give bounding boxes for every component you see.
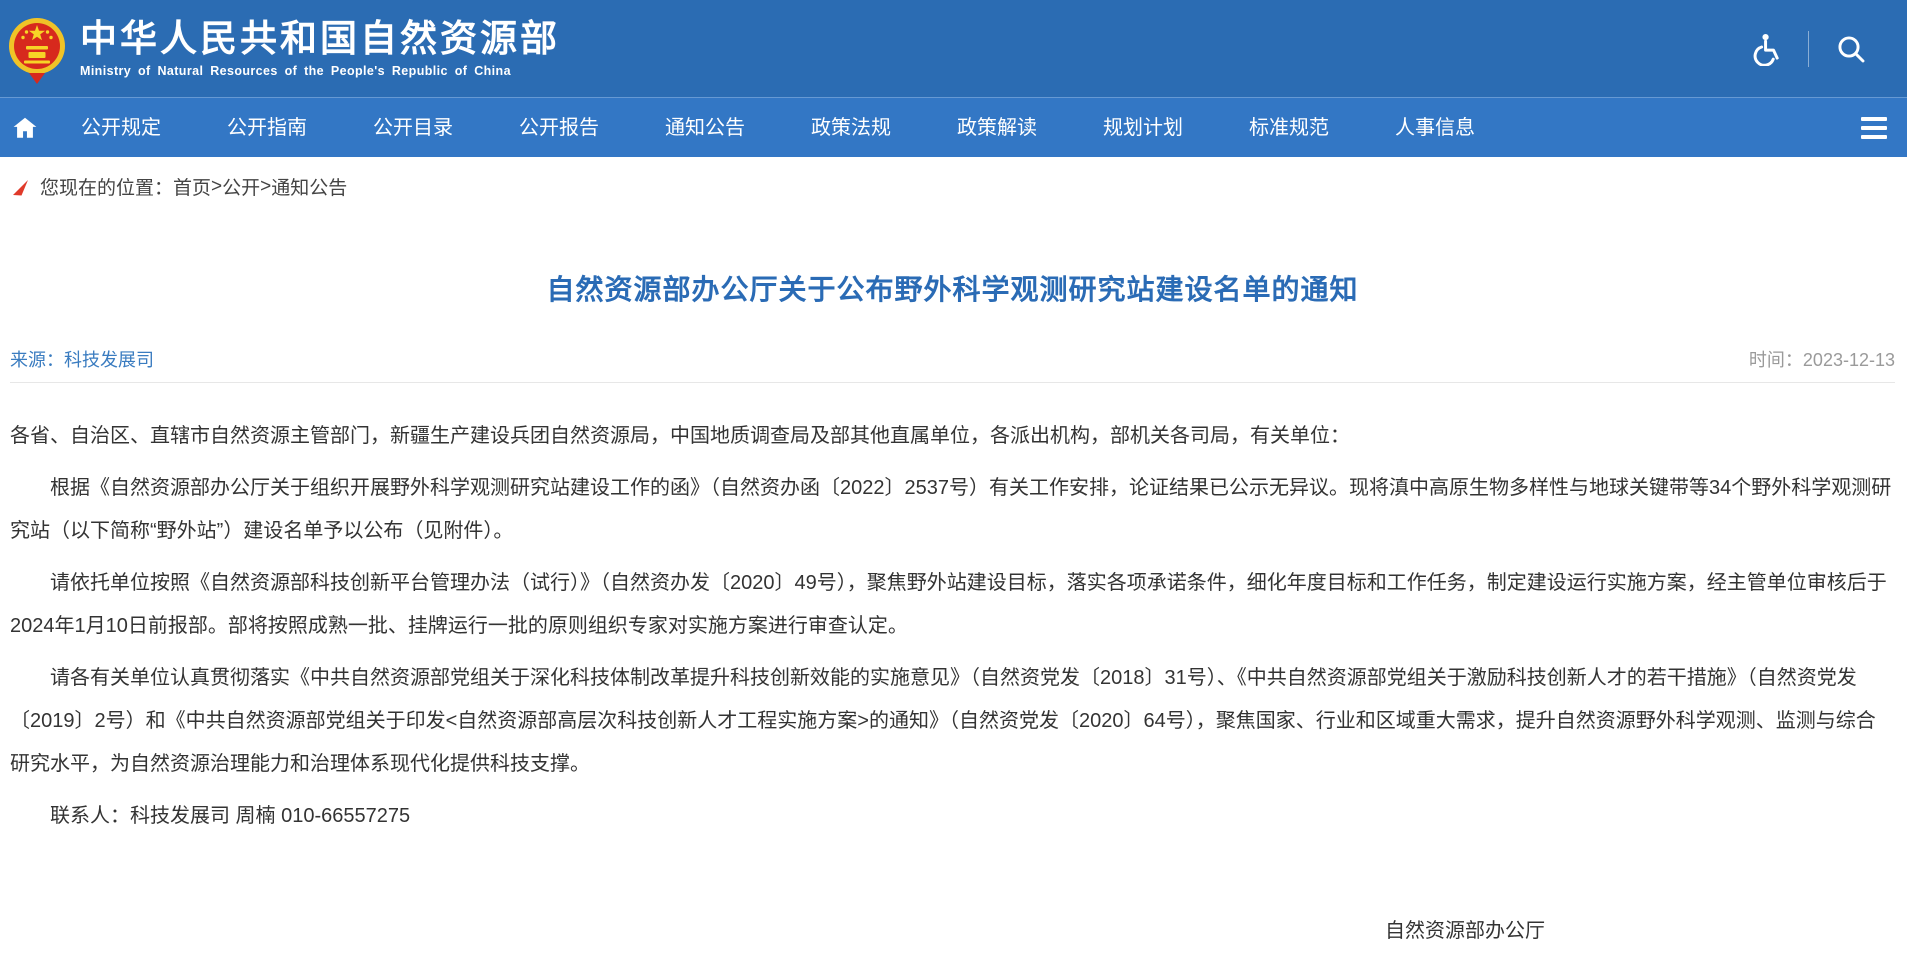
article-title: 自然资源部办公厅关于公布野外科学观测研究站建设名单的通知 — [10, 268, 1895, 308]
national-emblem-icon — [8, 16, 66, 86]
nav-item-open-provisions[interactable]: 公开规定 — [48, 98, 194, 158]
location-pointer-icon — [12, 179, 30, 197]
site-subtitle: Ministry of Natural Resources of the Peo… — [80, 64, 560, 78]
accessibility-icon[interactable] — [1748, 32, 1782, 66]
paragraph-contact: 联系人：科技发展司 周楠 010-66557275 — [10, 795, 1895, 838]
menu-icon[interactable] — [1861, 117, 1887, 139]
nav-item-planning[interactable]: 规划计划 — [1070, 98, 1216, 158]
home-icon[interactable] — [12, 115, 38, 141]
signature-date: 2023年12月5日 — [10, 953, 1545, 957]
paragraph-implementation: 请各有关单位认真贯彻落实《中共自然资源部党组关于深化科技体制改革提升科技创新效能… — [10, 657, 1895, 786]
breadcrumb-link-notices[interactable]: 通知公告 — [271, 173, 347, 200]
breadcrumb-label: 您现在的位置： — [40, 173, 173, 200]
paragraph-announcement: 根据《自然资源部办公厅关于组织开展野外科学观测研究站建设工作的函》（自然资办函〔… — [10, 467, 1895, 553]
article-meta: 来源：科技发展司 时间：2023-12-13 — [10, 346, 1895, 383]
breadcrumb: 您现在的位置： 首页 > 公开 > 通知公告 — [0, 157, 1907, 210]
signature-office: 自然资源部办公厅 — [10, 910, 1545, 953]
breadcrumb-separator: > — [211, 176, 222, 198]
article-source[interactable]: 来源：科技发展司 — [10, 346, 154, 372]
nav-item-policy-interpretation[interactable]: 政策解读 — [924, 98, 1070, 158]
paragraph-salutation: 各省、自治区、直辖市自然资源主管部门，新疆生产建设兵团自然资源局，中国地质调查局… — [10, 415, 1895, 458]
breadcrumb-link-home[interactable]: 首页 — [173, 173, 211, 200]
paragraph-requirements: 请依托单位按照《自然资源部科技创新平台管理办法（试行）》（自然资办发〔2020〕… — [10, 562, 1895, 648]
signature-block: 自然资源部办公厅 2023年12月5日 — [10, 910, 1895, 957]
search-icon[interactable] — [1835, 33, 1867, 65]
nav-item-open-reports[interactable]: 公开报告 — [486, 98, 632, 158]
nav-item-open-catalog[interactable]: 公开目录 — [340, 98, 486, 158]
header-actions — [1748, 31, 1867, 67]
nav-item-standards[interactable]: 标准规范 — [1216, 98, 1362, 158]
header-divider — [1808, 31, 1809, 67]
nav-item-personnel[interactable]: 人事信息 — [1362, 98, 1508, 158]
nav-item-notices[interactable]: 通知公告 — [632, 98, 778, 158]
nav-item-open-guide[interactable]: 公开指南 — [194, 98, 340, 158]
main-nav: 公开规定 公开指南 公开目录 公开报告 通知公告 政策法规 政策解读 规划计划 … — [0, 97, 1907, 157]
site-header: 中华人民共和国自然资源部 Ministry of Natural Resourc… — [0, 0, 1907, 97]
article-body: 各省、自治区、直辖市自然资源主管部门，新疆生产建设兵团自然资源局，中国地质调查局… — [10, 415, 1895, 838]
nav-item-policies-regulations[interactable]: 政策法规 — [778, 98, 924, 158]
site-title: 中华人民共和国自然资源部 — [80, 19, 560, 60]
article: 自然资源部办公厅关于公布野外科学观测研究站建设名单的通知 来源：科技发展司 时间… — [0, 268, 1907, 957]
breadcrumb-separator: > — [260, 176, 271, 198]
brand-text: 中华人民共和国自然资源部 Ministry of Natural Resourc… — [80, 19, 560, 78]
site-brand[interactable]: 中华人民共和国自然资源部 Ministry of Natural Resourc… — [8, 12, 560, 86]
breadcrumb-link-open[interactable]: 公开 — [222, 173, 260, 200]
article-time: 时间：2023-12-13 — [1749, 346, 1895, 372]
